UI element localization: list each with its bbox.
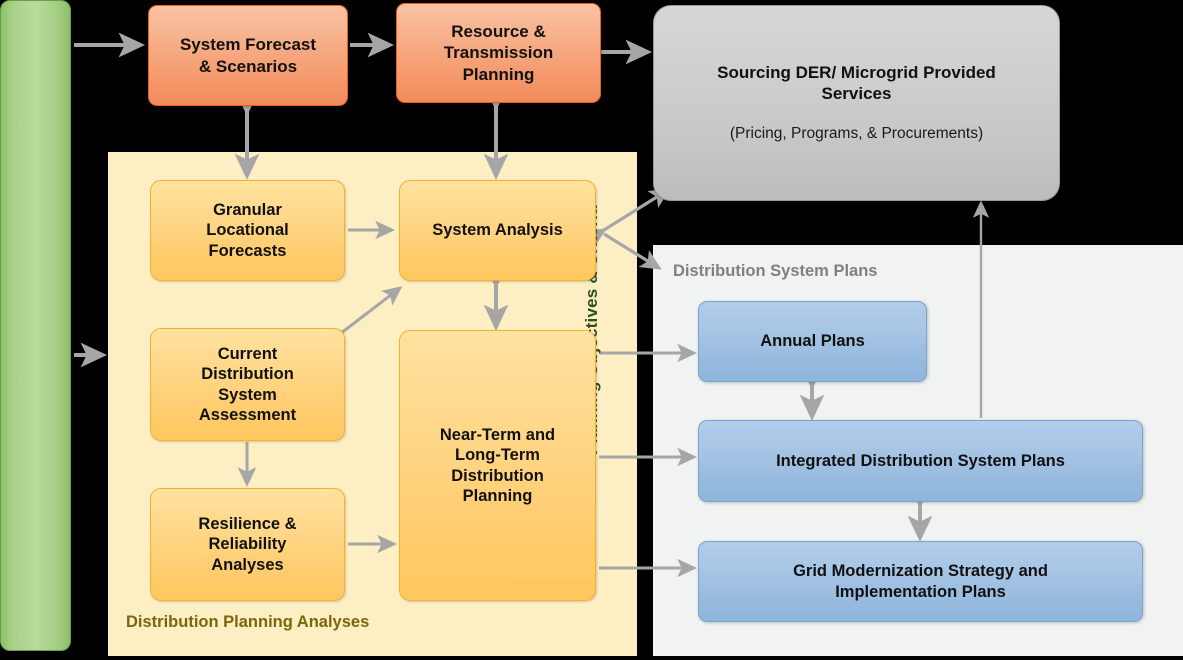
nearterm-line2: Long-Term: [455, 446, 540, 465]
annual-plans-label: Annual Plans: [760, 332, 865, 351]
integrated-plans-label: Integrated Distribution System Plans: [776, 451, 1065, 470]
node-system-analysis[interactable]: System Analysis: [399, 180, 596, 281]
node-current-distribution-system-assessment[interactable]: Current Distribution System Assessment: [150, 328, 345, 441]
sourcing-title-line2: Services: [821, 84, 892, 104]
nearterm-line1: Near-Term and: [439, 425, 556, 444]
granular-line1: Granular: [213, 200, 282, 219]
node-resilience-reliability-analyses[interactable]: Resilience & Reliability Analyses: [150, 488, 345, 601]
plans-panel-caption: Distribution System Plans: [673, 262, 878, 280]
resource-line1: Resource &: [451, 22, 546, 42]
planning-objectives-bar: Planning Objectives & Criteria: [0, 0, 601, 651]
node-integrated-distribution-system-plans[interactable]: Integrated Distribution System Plans: [698, 420, 1143, 502]
analyses-panel-caption: Distribution Planning Analyses: [126, 613, 370, 631]
node-system-forecast-scenarios[interactable]: System Forecast & Scenarios: [148, 5, 348, 106]
node-grid-modernization-strategy[interactable]: Grid Modernization Strategy and Implemen…: [698, 541, 1143, 622]
resource-line3: Planning: [462, 64, 535, 84]
node-granular-locational-forecasts[interactable]: Granular Locational Forecasts: [150, 180, 345, 281]
system-analysis-label: System Analysis: [432, 221, 563, 240]
nearterm-line4: Planning: [462, 486, 533, 505]
sourcing-subtitle: (Pricing, Programs, & Procurements): [729, 125, 984, 143]
resilience-line2: Reliability: [208, 535, 287, 554]
current-line2: Distribution: [201, 365, 294, 384]
gridmod-line1: Grid Modernization Strategy and: [793, 562, 1048, 581]
node-sourcing-der-microgrid-services[interactable]: Sourcing DER/ Microgrid Provided Service…: [653, 5, 1060, 201]
granular-line3: Forecasts: [208, 241, 287, 260]
system-forecast-line2: & Scenarios: [198, 56, 298, 76]
node-annual-plans[interactable]: Annual Plans: [698, 301, 927, 382]
system-forecast-line1: System Forecast: [179, 35, 317, 55]
resource-line2: Transmission: [443, 43, 554, 63]
resilience-line3: Analyses: [211, 555, 284, 574]
current-line4: Assessment: [198, 405, 297, 424]
diagram-canvas: Distribution Planning Analyses Distribut…: [0, 0, 1183, 660]
node-resource-transmission-planning[interactable]: Resource & Transmission Planning: [396, 3, 601, 103]
granular-line2: Locational: [206, 221, 289, 240]
gridmod-line2: Implementation Plans: [835, 582, 1006, 601]
current-line3: System: [218, 385, 277, 404]
current-line1: Current: [217, 344, 278, 363]
resilience-line1: Resilience &: [198, 514, 297, 533]
sourcing-title-line1: Sourcing DER/ Microgrid Provided: [717, 63, 996, 83]
node-near-term-long-term-distribution-planning[interactable]: Near-Term and Long-Term Distribution Pla…: [399, 330, 596, 601]
nearterm-line3: Distribution: [451, 466, 544, 485]
